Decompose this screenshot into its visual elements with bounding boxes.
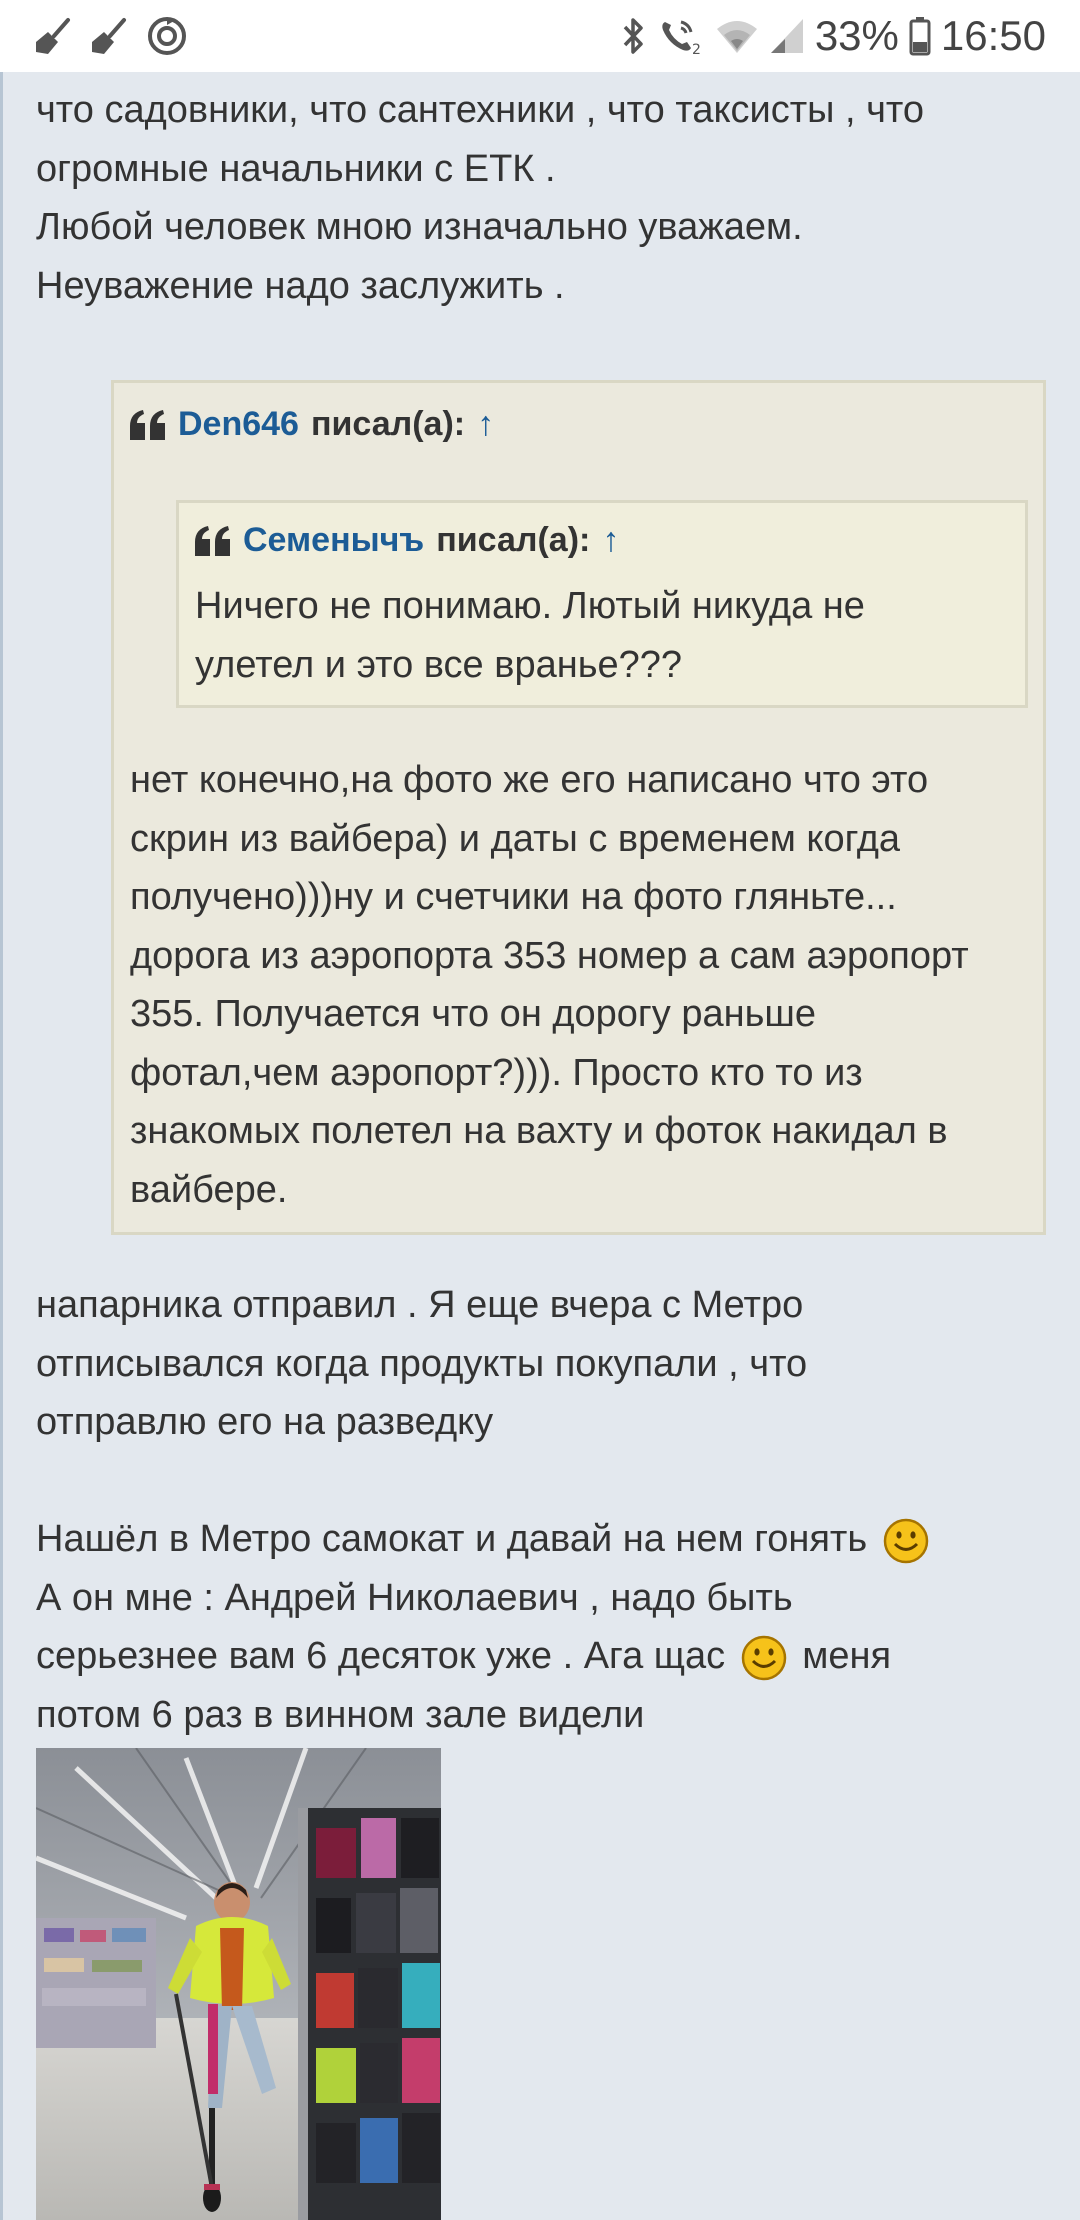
text-line: вайбере. [130, 1168, 288, 1211]
quote-wrote-label: писал(а): [310, 405, 466, 443]
text-line: Неуважение надо заслужить . [36, 264, 565, 307]
battery-icon [909, 17, 931, 56]
post-text-top: залезть я уже рассказывал . Для меня все… [36, 51, 1056, 315]
text-line: отправлю его на разведку [36, 1401, 494, 1443]
text-line: огромные начальники с ЕТК . [36, 147, 556, 190]
text-line: нет конечно,на фото же его написано что … [130, 759, 929, 801]
status-bar: 2 33% 16:50 [0, 0, 1080, 72]
status-system: 2 33% 16:50 [621, 12, 1046, 60]
text-line: потом 6 раз в винном зале видели [36, 1693, 645, 1736]
broom-icon [36, 18, 70, 54]
smiley-icon [741, 1635, 786, 1681]
wifi-call-label: 2 [692, 42, 701, 56]
quote-den646: Den646 писал(а): ↑ Семенычъ писал(а): ↑ … [111, 380, 1046, 1235]
smiley-icon [883, 1518, 928, 1564]
text-line: 355. Получается что он дорогу раньше [130, 993, 817, 1035]
quote-body: нет конечно,на фото же его написано что … [130, 751, 1030, 1219]
text-segment: серьезнее вам 6 десяток уже . Ага щас [36, 1635, 726, 1677]
battery-percent: 33% [814, 12, 899, 59]
post-content: залезть я уже рассказывал . Для меня все… [0, 0, 1080, 2220]
wifi-call-icon: 2 [662, 20, 701, 56]
clock-time: 16:50 [940, 12, 1046, 59]
quote-header: Den646 писал(а): ↑ [130, 405, 494, 444]
quote-body: Ничего не понимаю. Лютый никуда не улете… [195, 577, 1015, 694]
attached-photo-scooter[interactable] [36, 1748, 441, 2220]
post-text-bottom: напарника отправил . Я еще вчера с Метро… [36, 1276, 1056, 1744]
status-notifications [34, 15, 188, 57]
quote-semenych: Семенычъ писал(а): ↑ Ничего не понимаю. … [176, 500, 1028, 708]
broom-icon [92, 18, 126, 54]
quote-icon [195, 525, 230, 556]
text-line: Нашёл в Метро самокат и давай на нем гон… [36, 1510, 1056, 1569]
text-line: дорога из аэропорта 353 номер а сам аэро… [130, 934, 969, 977]
text-line: Любой человек мною изначально уважаем. [36, 206, 803, 248]
text-line: фотал,чем аэропорт?))). Просто кто то из [130, 1051, 863, 1094]
text-line: скрин из вайбера) и даты с временем когд… [130, 817, 901, 860]
wifi-icon [716, 21, 757, 53]
quote-header: Семенычъ писал(а): ↑ [195, 521, 619, 560]
text-line: отписывался когда продукты покупали , чт… [36, 1342, 808, 1385]
text-line: что садовники, что сантехники , что такс… [36, 89, 925, 131]
sync-icon [148, 17, 186, 55]
text-segment: Нашёл в Метро самокат и давай на нем гон… [36, 1518, 868, 1560]
jump-to-post-arrow[interactable]: ↑ [602, 521, 619, 560]
text-segment: меня [802, 1635, 892, 1677]
text-line: серьезнее вам 6 десяток уже . Ага щас ме… [36, 1627, 1056, 1686]
quote-username-link[interactable]: Семенычъ [243, 521, 424, 560]
quote-username-link[interactable]: Den646 [178, 405, 299, 444]
quote-wrote-label: писал(а): [436, 521, 591, 559]
text-line: знакомых полетел на вахту и фоток накида… [130, 1110, 948, 1152]
text-line: напарника отправил . Я еще вчера с Метро [36, 1284, 804, 1326]
photo-scooter-in-store [36, 1748, 441, 2220]
text-line: А он мне : Андрей Николаевич , надо быть [36, 1576, 793, 1619]
bluetooth-icon [623, 18, 643, 54]
signal-icon [770, 19, 803, 53]
jump-to-post-arrow[interactable]: ↑ [477, 405, 494, 444]
quote-icon [130, 409, 165, 440]
text-line: Ничего не понимаю. Лютый никуда не [195, 585, 865, 627]
text-line: улетел и это все вранье??? [195, 643, 683, 686]
text-line: получено)))ну и счетчики на фото гляньте… [130, 876, 897, 918]
